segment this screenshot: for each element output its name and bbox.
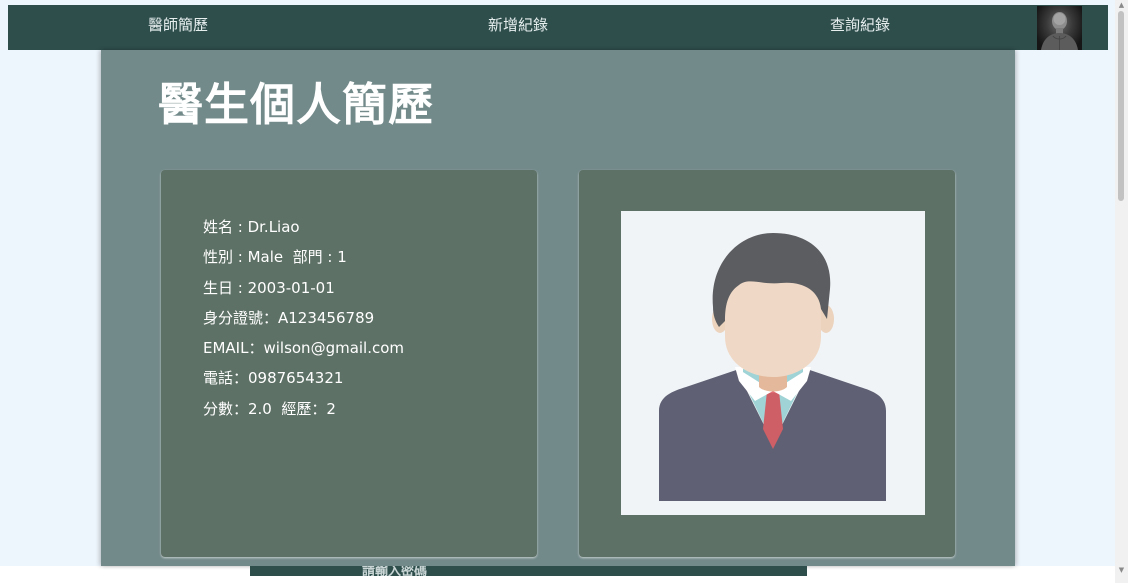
nav-add-record[interactable]: 新增紀錄 — [458, 5, 578, 47]
password-prompt-partial: 請輸入密碼 — [362, 566, 428, 576]
info-email: EMAIL：wilson@gmail.com — [203, 339, 405, 358]
scroll-up-arrow-icon[interactable]: ▲ — [1115, 0, 1128, 10]
info-phone: 電話：0987654321 — [203, 369, 344, 388]
main-panel: 醫生個人簡歷 姓名 : Dr.Liao 性別 : Male 部門 : 1 生日 … — [101, 50, 1015, 566]
info-card: 姓名 : Dr.Liao 性別 : Male 部門 : 1 生日 : 2003-… — [161, 170, 537, 557]
info-birthday: 生日 : 2003-01-01 — [203, 278, 335, 297]
user-avatar-photo — [1041, 12, 1078, 50]
info-gender-department: 性別 : Male 部門 : 1 — [203, 248, 347, 267]
page-title: 醫生個人簡歷 — [158, 78, 435, 131]
info-list: 姓名 : Dr.Liao 性別 : Male 部門 : 1 生日 : 2003-… — [203, 214, 404, 426]
top-navbar: 醫師簡歷 新增紀錄 查詢紀錄 — [8, 5, 1108, 50]
photo-card — [579, 170, 955, 557]
scroll-down-arrow-icon[interactable]: ▼ — [1115, 565, 1128, 575]
nav-query-record[interactable]: 查詢紀錄 — [800, 5, 920, 47]
vertical-scrollbar[interactable]: ▲ ▼ — [1115, 0, 1128, 583]
info-id-number: 身分證號：A123456789 — [203, 308, 375, 327]
info-name: 姓名 : Dr.Liao — [203, 218, 300, 236]
person-placeholder-icon — [659, 233, 886, 501]
profile-photo — [621, 211, 925, 515]
info-score-experience: 分數：2.0 經歷：2 — [203, 399, 336, 418]
scrollbar-thumb[interactable] — [1118, 11, 1124, 201]
user-avatar[interactable] — [1037, 6, 1082, 50]
nav-doctor-profile[interactable]: 醫師簡歷 — [118, 5, 238, 47]
bottom-form-strip: 請輸入密碼 — [250, 566, 807, 576]
